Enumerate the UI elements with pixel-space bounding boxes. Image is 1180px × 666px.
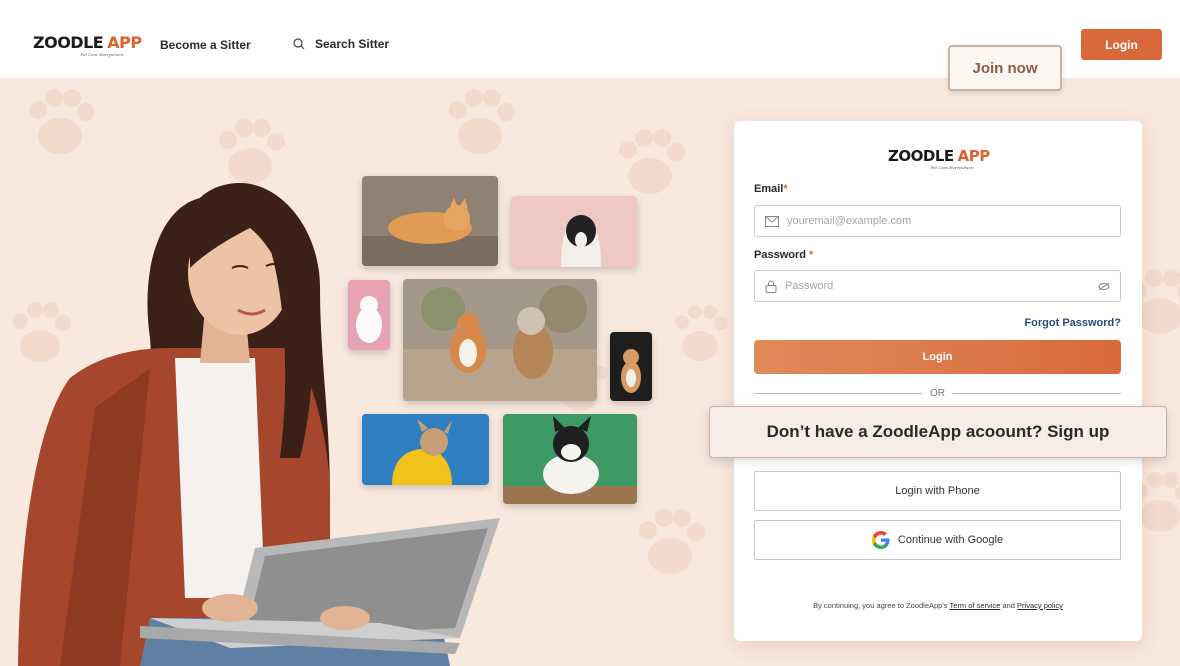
password-label: Password * bbox=[754, 249, 814, 261]
forgot-password-link[interactable]: Forgot Password? bbox=[1024, 317, 1121, 329]
terms-notice: By continuing, you agree to ZoodleApp's … bbox=[813, 601, 1063, 610]
cat-green-background-photo bbox=[503, 414, 637, 504]
password-field[interactable] bbox=[754, 270, 1121, 302]
login-card: ZOODLEAPP Pet Care Everywhere Email* Pas… bbox=[734, 121, 1142, 641]
join-now-button[interactable]: Join now bbox=[948, 45, 1062, 91]
continue-with-google-button[interactable]: Continue with Google bbox=[754, 520, 1121, 560]
eye-off-icon[interactable] bbox=[1098, 282, 1110, 291]
cat-lying-photo bbox=[362, 176, 498, 266]
privacy-policy-link[interactable]: Privacy policy bbox=[1017, 601, 1063, 610]
login-with-phone-button[interactable]: Login with Phone bbox=[754, 471, 1121, 511]
continue-with-google-label: Continue with Google bbox=[897, 534, 1004, 546]
email-input[interactable] bbox=[787, 215, 1120, 227]
email-field[interactable] bbox=[754, 205, 1121, 237]
sign-up-link[interactable]: Don’t have a ZoodleApp acoount? Sign up bbox=[709, 406, 1167, 458]
card-logo: ZOODLE APP Pet Care Everywhere bbox=[888, 147, 990, 170]
google-icon bbox=[871, 531, 890, 549]
card-logo-tagline: Pet Care Everywhere bbox=[930, 165, 974, 170]
login-button[interactable]: Login bbox=[754, 340, 1121, 374]
terms-of-service-link[interactable]: Term of service bbox=[949, 601, 1000, 610]
login-with-phone-label: Login with Phone bbox=[895, 485, 980, 497]
french-bulldog-yellow-hoodie-photo bbox=[362, 414, 489, 485]
header-login-button[interactable]: Login bbox=[1081, 29, 1162, 60]
logo-app-word: APP bbox=[107, 33, 142, 52]
search-sitter-link[interactable]: Search Sitter bbox=[293, 37, 389, 51]
logo-tagline: Pet Care Everywhere bbox=[80, 52, 124, 57]
dog-portrait-pink-photo bbox=[511, 196, 637, 267]
become-sitter-link[interactable]: Become a Sitter bbox=[160, 38, 251, 52]
search-icon bbox=[293, 38, 305, 50]
lock-icon bbox=[765, 280, 777, 293]
search-sitter-label: Search Sitter bbox=[315, 37, 390, 51]
divider-line bbox=[953, 392, 1121, 394]
samoyed-pink-photo bbox=[348, 280, 390, 350]
email-label: Email* bbox=[754, 183, 788, 195]
header-logo[interactable]: ZOODLE APP Pet Care Everywhere bbox=[33, 33, 142, 57]
dogs-running-photo bbox=[403, 279, 597, 401]
or-divider: OR bbox=[754, 387, 1121, 399]
dog-dark-background-photo bbox=[610, 332, 652, 401]
password-input[interactable] bbox=[785, 280, 1090, 292]
divider-line bbox=[754, 392, 922, 394]
mail-icon bbox=[765, 215, 779, 227]
or-label: OR bbox=[930, 387, 945, 399]
